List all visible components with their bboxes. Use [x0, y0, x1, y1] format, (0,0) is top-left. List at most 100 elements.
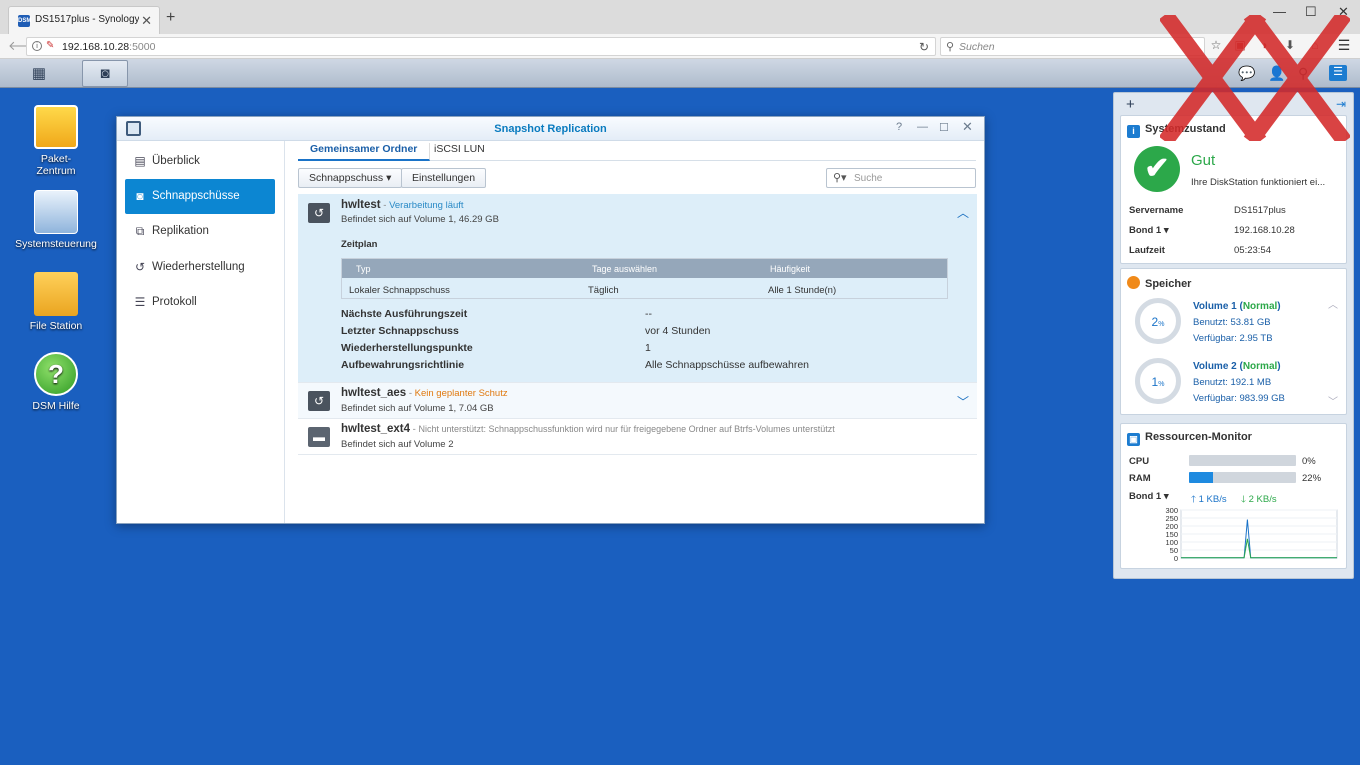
- folder-icon: ▬: [308, 427, 330, 447]
- chevron-down-icon[interactable]: ﹀: [1328, 393, 1338, 408]
- package-center-icon: [34, 105, 78, 149]
- maximize-icon[interactable]: ☐: [939, 121, 949, 134]
- chevron-up-icon[interactable]: ︿: [957, 204, 969, 221]
- storage-widget: Speicher ︿ ﹀ 2% Volume 1 (Normal) Benutz…: [1120, 268, 1347, 415]
- sidebar-item-overview[interactable]: ▤ Überblick: [125, 144, 275, 179]
- new-tab-icon[interactable]: +: [166, 10, 175, 26]
- desktop-icon-file-station[interactable]: File Station: [11, 272, 101, 332]
- sidebar-item-snapshots[interactable]: ◙ Schnappschüsse: [125, 179, 275, 214]
- search-input[interactable]: ⚲▾ Suche: [826, 168, 976, 188]
- user-icon[interactable]: 👤: [1268, 65, 1285, 82]
- volume-name: Volume 2 (Normal): [1193, 361, 1281, 372]
- close-icon[interactable]: ✕: [962, 119, 973, 135]
- insecure-lock-icon: ✎: [46, 40, 55, 51]
- search-icon: ⚲▾: [833, 172, 847, 184]
- sidebar-item-label: Protokoll: [152, 296, 197, 308]
- minimize-window-icon[interactable]: —: [1273, 4, 1286, 19]
- notification-icon[interactable]: 💬: [1238, 65, 1255, 82]
- detail-value: vor 4 Stunden: [645, 325, 711, 337]
- sidebar-item-log[interactable]: ☰ Protokoll: [125, 285, 275, 320]
- clipboard-icon[interactable]: ▣: [1233, 38, 1247, 52]
- detail-value: --: [645, 308, 652, 320]
- browser-search-field[interactable]: ⚲ Suchen: [940, 37, 1205, 56]
- system-health-widget: i Systemzustand ✔ Gut Ihre DiskStation fu…: [1120, 115, 1347, 264]
- desktop-icon-label: Paket- Zentrum: [36, 153, 76, 177]
- camera-icon: ◙: [136, 189, 144, 203]
- browser-search-placeholder: Suchen: [959, 41, 995, 53]
- widgets-icon[interactable]: ☰: [1329, 65, 1347, 81]
- sidebar-item-label: Wiederherstellung: [152, 261, 245, 273]
- snapshot-replication-taskbar-button[interactable]: ◙: [82, 60, 128, 87]
- add-widget-icon[interactable]: +: [1126, 96, 1135, 113]
- maximize-window-icon[interactable]: ☐: [1305, 4, 1317, 20]
- info-icon: i: [1127, 125, 1140, 138]
- table-cell: Alle 1 Stunde(n): [768, 285, 837, 296]
- window-titlebar[interactable]: Snapshot Replication ? — ☐ ✕: [117, 117, 984, 141]
- help-icon[interactable]: ?: [896, 121, 902, 133]
- status-text: Verarbeitung läuft: [389, 200, 464, 211]
- main-menu-button[interactable]: ▦: [16, 60, 62, 87]
- window-title: Snapshot Replication: [494, 123, 607, 135]
- folder-row-hwltest-aes[interactable]: ↺ hwltest_aes - Kein geplanter Schutz Be…: [298, 383, 977, 419]
- desktop-icon-label: Systemsteuerung: [15, 238, 97, 250]
- widget-title: Speicher: [1127, 276, 1191, 290]
- sidebar-item-replication[interactable]: ⧉ Replikation: [125, 214, 275, 249]
- folder-location: Befindet sich auf Volume 2: [341, 439, 454, 450]
- cpu-label: CPU: [1129, 456, 1150, 467]
- detail-value: 1: [645, 342, 651, 354]
- chevron-up-icon[interactable]: ︿: [1328, 296, 1338, 311]
- bond-dropdown[interactable]: Bond 1 ▾: [1129, 225, 1169, 236]
- tab-iscsi-lun[interactable]: iSCSI LUN: [422, 143, 497, 161]
- detail-key: Nächste Ausführungszeit: [341, 308, 468, 320]
- chevron-down-icon[interactable]: ﹀: [957, 393, 969, 410]
- menu-icon[interactable]: ☰: [1337, 38, 1351, 52]
- caret-down-icon: ▾: [1163, 225, 1169, 236]
- address-bar[interactable]: i ✎ 192.168.10.28:5000 ↻: [26, 37, 936, 56]
- grid-icon: ▦: [31, 65, 47, 82]
- browser-tab[interactable]: DSM DS1517plus - Synology DiskStation ✕: [8, 6, 160, 34]
- info-value: 05:23:54: [1234, 245, 1271, 256]
- volume-used: Benutzt: 192.1 MB: [1193, 377, 1272, 388]
- ram-bar: [1189, 472, 1296, 483]
- column-header: Häufigkeit: [770, 264, 811, 274]
- minimize-icon[interactable]: —: [917, 121, 928, 133]
- checkmark-icon: ✔: [1134, 146, 1180, 192]
- replication-icon: ⧉: [135, 224, 145, 238]
- volume-free: Verfügbar: 983.99 GB: [1193, 393, 1285, 404]
- home-icon[interactable]: ⌂: [1308, 38, 1322, 52]
- info-icon[interactable]: i: [32, 41, 42, 51]
- restore-icon: ↺: [134, 260, 146, 274]
- search-placeholder: Suche: [854, 173, 883, 184]
- status-text: Kein geplanter Schutz: [414, 388, 508, 399]
- sidebar-item-restore[interactable]: ↺ Wiederherstellung: [125, 250, 275, 285]
- snapshot-folder-icon: ↺: [308, 203, 330, 223]
- close-tab-icon[interactable]: ✕: [141, 13, 152, 29]
- search-icon[interactable]: ⚲: [1298, 65, 1308, 82]
- close-window-icon[interactable]: ✕: [1338, 4, 1349, 20]
- info-key: Servername: [1129, 205, 1184, 216]
- volume-usage-donut: 1%: [1135, 358, 1181, 404]
- schedule-table: Typ Tage auswählen Häufigkeit Lokaler Sc…: [341, 258, 948, 299]
- folder-row-hwltest-ext4[interactable]: ▬ hwltest_ext4 - Nicht unterstützt: Schn…: [298, 419, 977, 455]
- snapshot-replication-icon: ◙: [100, 65, 110, 82]
- settings-button[interactable]: Einstellungen: [401, 168, 487, 188]
- desktop-icon-control-panel[interactable]: Systemsteuerung: [11, 190, 101, 250]
- volume-used: Benutzt: 53.81 GB: [1193, 317, 1271, 328]
- health-status: Gut: [1191, 152, 1216, 169]
- desktop-icon-dsm-help[interactable]: ? DSM Hilfe: [11, 352, 101, 412]
- download-icon[interactable]: ⬇: [1283, 38, 1297, 52]
- pocket-icon[interactable]: ◗: [1258, 38, 1272, 52]
- folder-name: hwltest - Verarbeitung läuft: [341, 199, 464, 211]
- column-header: Typ: [356, 264, 371, 274]
- reload-icon[interactable]: ↻: [919, 40, 929, 54]
- star-icon[interactable]: ☆: [1209, 38, 1223, 52]
- bond-dropdown[interactable]: Bond 1 ▾: [1129, 491, 1169, 502]
- pin-icon[interactable]: ⇥: [1336, 97, 1346, 111]
- desktop-icon-package-center[interactable]: Paket- Zentrum: [11, 105, 101, 177]
- sidebar: ▤ Überblick ◙ Schnappschüsse ⧉ Replikati…: [117, 141, 285, 523]
- tab-shared-folder[interactable]: Gemeinsamer Ordner: [298, 143, 431, 161]
- folder-row-hwltest[interactable]: ↺ hwltest - Verarbeitung läuft Befindet …: [298, 194, 977, 383]
- detail-value: Alle Schnappschüsse aufbewahren: [645, 359, 810, 371]
- dsm-taskbar: [0, 59, 1360, 88]
- snapshot-dropdown-button[interactable]: Schnappschuss ▾: [298, 168, 403, 188]
